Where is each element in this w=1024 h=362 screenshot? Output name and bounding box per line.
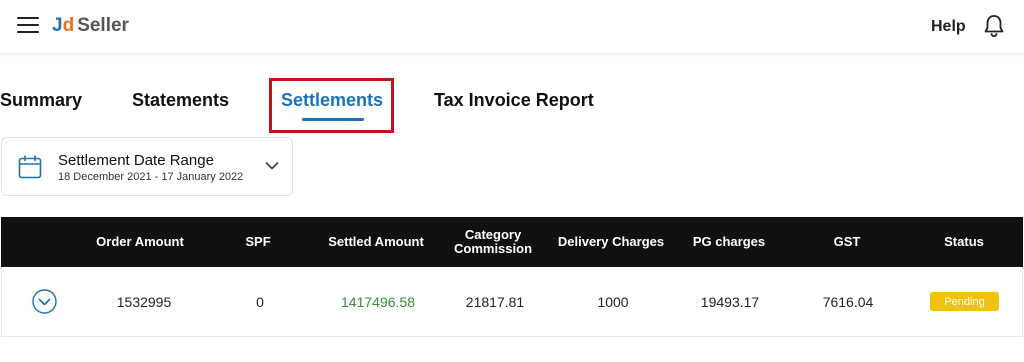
column-header-order-amount: Order Amount [96,234,184,249]
tab-tax-invoice-report[interactable]: Tax Invoice Report [434,90,594,111]
tab-statements[interactable]: Statements [132,90,229,111]
bell-icon[interactable] [983,14,1005,38]
chevron-down-circle-icon[interactable] [32,289,57,314]
cell-settled-amount: 1417496.58 [341,294,415,310]
top-bar: Jd Seller Help [0,0,1024,53]
column-header-settled-amount: Settled Amount [328,234,424,249]
column-header-category-commission-line1: Category [464,227,522,242]
calendar-icon [18,155,42,179]
column-header-delivery-charges: Delivery Charges [557,234,665,249]
column-header-gst: GST [833,234,861,249]
cell-gst: 7616.04 [822,294,874,310]
cell-pg-charges: 19493.17 [700,294,760,310]
highlight-annotation-box [269,78,394,133]
column-header-category-commission: Category Commission [454,217,532,267]
cell-category-commission: 21817.81 [465,294,525,310]
tab-summary[interactable]: Summary [0,90,82,111]
hamburger-menu-icon[interactable] [17,17,39,35]
jd-seller-logo[interactable]: Jd Seller [52,15,129,37]
cell-spf: 0 [256,294,264,310]
date-range-value: 18 December 2021 - 17 January 2022 [58,171,244,183]
date-range-title: Settlement Date Range [58,152,214,169]
table-row: 1532995 0 1417496.58 21817.81 1000 19493… [1,267,1023,337]
help-link[interactable]: Help [931,18,966,36]
column-header-pg-charges: PG charges [692,234,766,249]
logo-j: J [52,15,63,36]
column-header-status: Status [944,234,984,249]
status-badge: Pending [930,292,999,311]
column-header-category-commission-line2: Commission [453,241,533,256]
column-header-spf: SPF [245,234,271,249]
settlements-table-header: Order Amount SPF Settled Amount Category… [1,217,1023,267]
cell-order-amount: 1532995 [116,294,172,310]
chevron-down-icon[interactable] [265,161,279,171]
logo-d: d [62,15,75,36]
logo-seller: Seller [77,15,129,36]
cell-delivery-charges: 1000 [597,294,629,310]
settlement-date-range-picker[interactable]: Settlement Date Range 18 December 2021 -… [1,137,293,196]
